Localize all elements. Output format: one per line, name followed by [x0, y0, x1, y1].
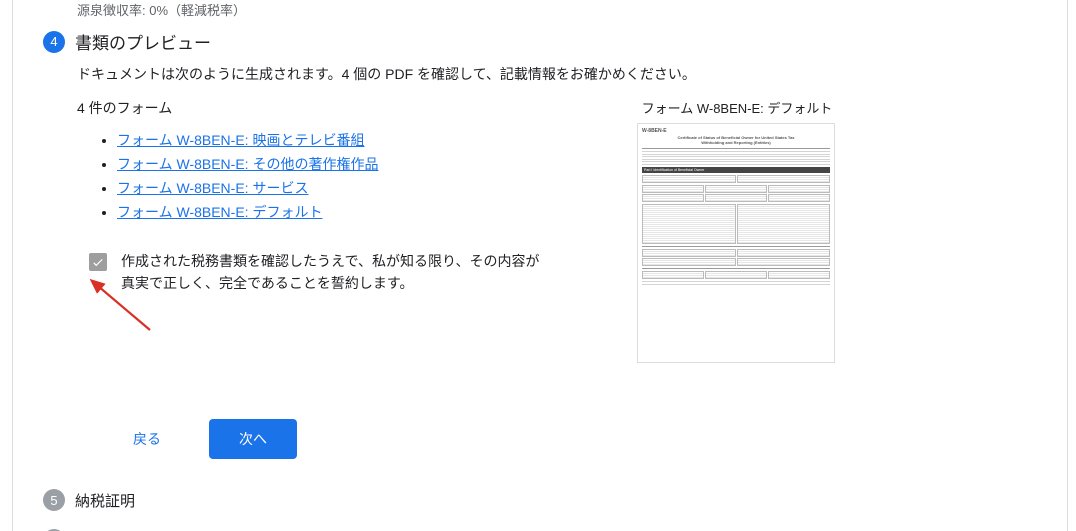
step-4-header: 4 書類のプレビュー — [13, 19, 1067, 62]
form-preview-thumbnail[interactable]: W-8BEN-E Certificate of Status of Benefi… — [637, 123, 835, 363]
form-link-default[interactable]: フォーム W-8BEN-E: デフォルト — [117, 204, 322, 220]
withholding-rate-line: 源泉徴収率: 0%（軽減税率） — [13, 0, 1067, 19]
step-5-badge: 5 — [43, 489, 65, 511]
check-icon — [91, 255, 105, 269]
step-4-badge: 4 — [43, 31, 65, 53]
thumb-form-title: Certificate of Status of Beneficial Owne… — [670, 136, 802, 146]
thumb-part-1-header: Part I Identification of Beneficial Owne… — [642, 167, 830, 173]
step-4-description: ドキュメントは次のように生成されます。4 個の PDF を確認して、記載情報をお… — [13, 62, 1067, 98]
step-5-header[interactable]: 5 納税証明 — [13, 479, 1067, 519]
next-button[interactable]: 次へ — [209, 419, 297, 459]
preview-caption: フォーム W-8BEN-E: デフォルト — [637, 98, 837, 117]
step-4-title: 書類のプレビュー — [75, 29, 211, 54]
confirm-checkbox[interactable] — [89, 253, 107, 271]
back-button[interactable]: 戻る — [109, 419, 185, 459]
thumb-form-code: W-8BEN-E — [642, 128, 667, 134]
forms-count-label: 4 件のフォーム — [77, 98, 577, 118]
forms-list: フォーム W-8BEN-E: 映画とテレビ番組 フォーム W-8BEN-E: そ… — [77, 130, 577, 222]
form-link-movies-tv[interactable]: フォーム W-8BEN-E: 映画とテレビ番組 — [117, 132, 364, 148]
step-6-header[interactable]: 6 米国内で行っている活動とサービス、および宣誓供述書 — [13, 519, 1067, 531]
form-link-services[interactable]: フォーム W-8BEN-E: サービス — [117, 180, 308, 196]
step-5-title: 納税証明 — [75, 490, 135, 511]
form-link-other-copyright[interactable]: フォーム W-8BEN-E: その他の著作権作品 — [117, 156, 378, 172]
confirm-text: 作成された税務書類を確認したうえで、私が知る限り、その内容が真実で正しく、完全で… — [121, 250, 541, 295]
